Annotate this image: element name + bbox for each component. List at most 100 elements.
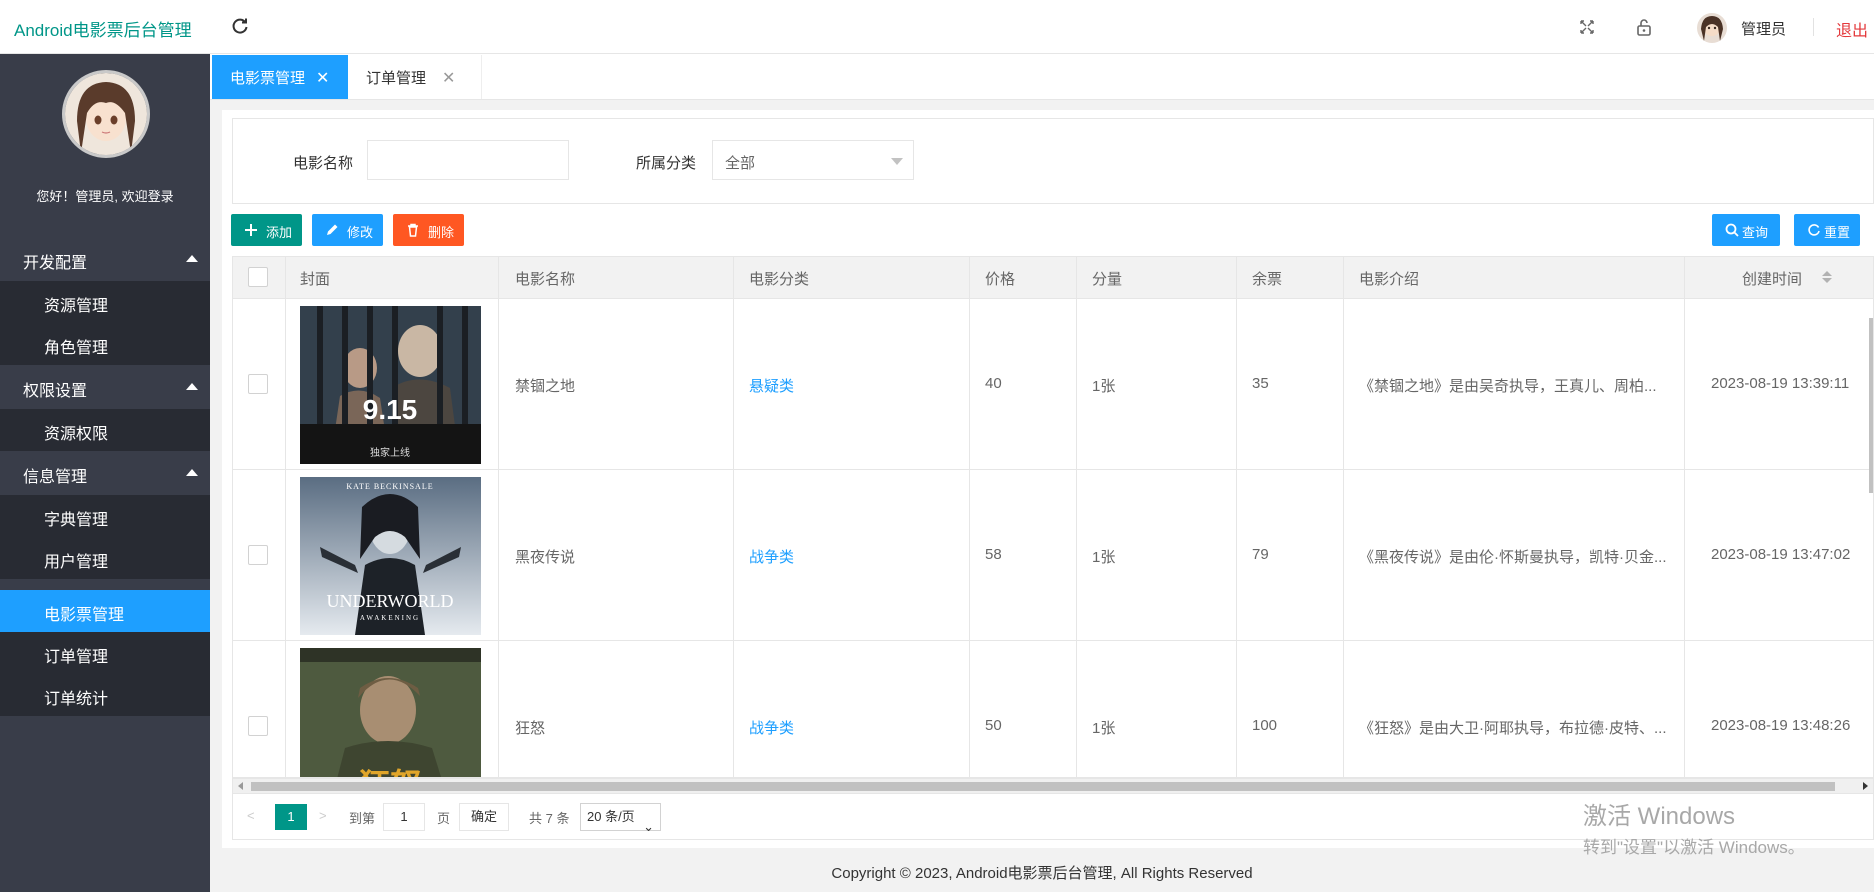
movie-unit: 1张: [1092, 378, 1116, 395]
chevron-up-icon: [186, 383, 198, 390]
poster-top: KATE BECKINSALE: [346, 482, 433, 491]
sidebar-group-label: 权限设置: [23, 383, 88, 400]
lock-icon[interactable]: [1634, 17, 1654, 37]
chevron-up-icon: [186, 469, 198, 476]
caret-down-icon: [891, 158, 903, 165]
page-unit-label: 页: [437, 811, 451, 826]
reset-button[interactable]: 重置: [1794, 214, 1860, 246]
tickets-table: 封面 电影名称 电影分类 价格 分量 余票 电影介绍 创建时间 9.15 独家上…: [232, 256, 1874, 778]
movie-stock: 35: [1252, 375, 1269, 392]
refresh-icon[interactable]: [230, 16, 250, 36]
scrollbar-thumb[interactable]: [251, 782, 1835, 791]
poster-text: UNDERWORLD: [327, 591, 454, 611]
column-header-name: 电影名称: [515, 271, 576, 288]
goto-page-input[interactable]: 1: [383, 803, 425, 831]
movie-stock: 79: [1252, 546, 1269, 563]
movie-price: 58: [985, 546, 1002, 563]
sidebar-item-resource-permission[interactable]: 资源权限: [0, 409, 210, 451]
fullscreen-icon[interactable]: [1577, 17, 1597, 37]
watermark-line1: 激活 Windows: [1583, 803, 1736, 830]
sidebar-item-label: 电影票管理: [44, 607, 125, 624]
movie-name: 禁锢之地: [515, 378, 576, 395]
movie-category-link[interactable]: 战争类: [749, 717, 794, 738]
sidebar-item-resource[interactable]: 资源管理: [0, 281, 210, 323]
category-select[interactable]: 全部: [712, 140, 914, 180]
movie-created: 2023-08-19 13:39:11: [1711, 375, 1850, 392]
movie-name: 狂怒: [515, 720, 546, 737]
movie-poster: KATE BECKINSALE UNDERWORLD AWAKENING: [300, 477, 481, 635]
header-user-name[interactable]: 管理员: [1741, 18, 1786, 39]
close-icon[interactable]: ✕: [316, 68, 329, 88]
tab-orders[interactable]: 订单管理 ✕: [348, 55, 482, 99]
category-label: 所属分类: [636, 155, 697, 172]
movie-unit: 1张: [1092, 720, 1116, 737]
row-checkbox[interactable]: [248, 545, 268, 565]
sidebar-item-role[interactable]: 角色管理: [0, 323, 210, 365]
trash-icon: [408, 223, 418, 237]
poster-sub: 独家上线: [370, 446, 410, 459]
add-button[interactable]: 添加: [231, 214, 302, 246]
tab-tickets[interactable]: 电影票管理 ✕: [212, 55, 348, 99]
horizontal-scrollbar[interactable]: [232, 778, 1874, 794]
goto-label: 到第: [349, 811, 376, 826]
windows-activation-watermark: 激活 Windows 转到"设置"以激活 Windows。: [1583, 796, 1805, 858]
sidebar-item-label: 资源管理: [44, 298, 109, 315]
prev-page-icon[interactable]: <: [247, 808, 255, 823]
sidebar-item-order-stats[interactable]: 订单统计: [0, 674, 210, 716]
sidebar: 您好！管理员, 欢迎登录 开发配置 资源管理 角色管理 权限设置 资源权限 信息…: [0, 54, 210, 892]
query-button-label: 查询: [1742, 225, 1769, 240]
row-checkbox[interactable]: [248, 716, 268, 736]
page-size-select[interactable]: 20 条/页 ⌄: [580, 803, 661, 834]
page-current[interactable]: 1: [275, 804, 307, 830]
movie-intro: 《禁锢之地》是由吴奇执导，王真儿、周柏...: [1359, 378, 1657, 395]
scroll-left-icon[interactable]: [238, 782, 243, 790]
header-avatar[interactable]: [1697, 13, 1727, 43]
sidebar-item-label: 字典管理: [44, 512, 109, 529]
sort-icon[interactable]: [1822, 271, 1832, 285]
sidebar-group-dev-config[interactable]: 开发配置: [0, 237, 210, 281]
query-button[interactable]: 查询: [1712, 214, 1780, 246]
movie-category-link[interactable]: 战争类: [749, 546, 794, 567]
select-all-checkbox[interactable]: [248, 267, 268, 287]
movie-name-input[interactable]: [367, 140, 569, 180]
column-header-created[interactable]: 创建时间: [1742, 268, 1802, 289]
sidebar-item-label: 资源权限: [44, 426, 109, 443]
delete-button[interactable]: 删除: [393, 214, 464, 246]
top-header: Android电影票后台管理 管理员 退出: [0, 0, 1874, 54]
column-header-price: 价格: [985, 271, 1016, 288]
poster-text: 狂怒: [358, 766, 422, 778]
app-title[interactable]: Android电影票后台管理: [14, 16, 192, 41]
sidebar-item-users[interactable]: 用户管理: [0, 537, 210, 579]
movie-poster: 9.15 独家上线: [300, 306, 481, 464]
table-row[interactable]: 9.15 独家上线 禁锢之地 悬疑类 40 1张 35 《禁锢之地》是由吴奇执导…: [233, 299, 1873, 470]
column-header-intro: 电影介绍: [1359, 271, 1420, 288]
welcome-text: 您好！管理员, 欢迎登录: [36, 189, 174, 204]
row-checkbox[interactable]: [248, 374, 268, 394]
movie-name-label: 电影名称: [293, 155, 354, 172]
movie-category-link[interactable]: 悬疑类: [749, 375, 794, 396]
tab-label: 电影票管理: [230, 70, 306, 87]
goto-confirm-button[interactable]: 确定: [459, 803, 509, 831]
sidebar-group-permission[interactable]: 权限设置: [0, 365, 210, 409]
sidebar-group-label: 开发配置: [23, 255, 88, 272]
pencil-icon: [327, 224, 338, 235]
sidebar-item-tickets[interactable]: 电影票管理: [0, 590, 210, 632]
close-icon[interactable]: ✕: [442, 68, 455, 88]
sidebar-item-dictionary[interactable]: 字典管理: [0, 495, 210, 537]
column-header-unit: 分量: [1092, 271, 1123, 288]
plus-icon: [245, 224, 257, 236]
sidebar-item-label: 订单管理: [44, 649, 109, 666]
logout-link[interactable]: 退出: [1836, 17, 1868, 41]
table-row[interactable]: KATE BECKINSALE UNDERWORLD AWAKENING 黑夜传…: [233, 470, 1873, 641]
movie-stock: 100: [1252, 717, 1278, 734]
sidebar-item-orders[interactable]: 订单管理: [0, 632, 210, 674]
table-row[interactable]: 狂怒 狂怒 战争类 50 1张 100 《狂怒》是由大卫·阿耶执导，布拉德·皮特…: [233, 641, 1873, 778]
sidebar-group-info[interactable]: 信息管理: [0, 451, 210, 495]
footer-copyright: Copyright © 2023, Android电影票后台管理, All Ri…: [210, 855, 1874, 892]
category-select-value: 全部: [725, 155, 756, 172]
scroll-right-icon[interactable]: [1863, 782, 1868, 790]
edit-button[interactable]: 修改: [312, 214, 383, 246]
refresh-icon: [1808, 224, 1820, 236]
vertical-scrollbar[interactable]: [1869, 318, 1873, 493]
next-page-icon[interactable]: >: [319, 808, 327, 823]
